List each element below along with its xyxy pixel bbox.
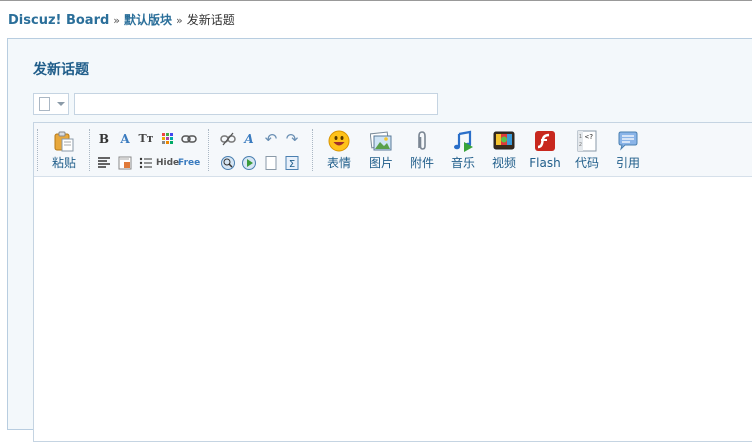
music-note-icon [454, 130, 473, 152]
paste-icon [54, 131, 74, 152]
attachment-button[interactable]: 附件 [404, 128, 440, 172]
video-button[interactable]: 视频 [486, 128, 522, 172]
image-button[interactable]: 图片 [363, 128, 399, 172]
breadcrumb-current: 发新话题 [186, 13, 235, 27]
font-size-icon[interactable]: Tт [138, 131, 154, 147]
search-replace-icon[interactable] [220, 155, 236, 171]
flash-button[interactable]: Flash [527, 128, 563, 172]
link-icon[interactable] [181, 131, 197, 147]
paste-label: 粘贴 [51, 156, 76, 170]
svg-text:Σ: Σ [289, 159, 295, 170]
paste-button[interactable]: 粘贴 [46, 128, 82, 172]
toolbar-grip [89, 129, 92, 171]
breadcrumb: Discuz! Board» 默认版块» 发新话题 [8, 11, 235, 29]
video-icon [493, 131, 515, 150]
smilies-label: 表情 [326, 156, 351, 170]
code-icon: 1 2 <? [577, 130, 597, 152]
bold-icon[interactable]: B [96, 131, 112, 147]
svg-text:2: 2 [579, 142, 582, 148]
play-icon[interactable] [241, 155, 257, 171]
editor-textarea[interactable] [34, 177, 752, 441]
chevron-down-icon [57, 102, 65, 106]
editor-toolbar: 粘贴 B A Tт Hide Free A ↶ ↷ Σ 表情 图片 附件 音乐 … [34, 123, 752, 177]
sum-icon[interactable]: Σ [284, 155, 300, 171]
image-icon [370, 131, 392, 151]
undo-icon[interactable]: ↶ [263, 131, 279, 147]
free-icon[interactable]: Free [178, 155, 200, 171]
list-icon[interactable] [138, 155, 154, 171]
post-type-select[interactable] [33, 93, 69, 115]
redo-icon[interactable]: ↷ [284, 131, 300, 147]
audio-button[interactable]: 音乐 [445, 128, 481, 172]
breadcrumb-separator: » [176, 14, 183, 27]
breadcrumb-forum-link[interactable]: 默认版块 [124, 13, 172, 27]
toolbar-grip [208, 129, 211, 171]
post-panel: 发新话题 粘贴 B A Tт Hide Free A ↶ ↷ Σ 表情 图片 附… [7, 38, 752, 442]
page-icon[interactable] [263, 155, 279, 171]
unlink-icon[interactable] [220, 131, 236, 147]
flash-icon [535, 131, 555, 151]
smiley-icon [328, 130, 350, 152]
quote-icon [618, 131, 638, 151]
subject-input[interactable] [74, 93, 438, 115]
quote-label: 引用 [615, 156, 640, 170]
quote-button[interactable]: 引用 [610, 128, 646, 172]
float-image-icon[interactable] [117, 155, 133, 171]
color-icon[interactable] [160, 131, 176, 147]
top-divider [0, 0, 752, 1]
font-icon[interactable]: A [117, 131, 133, 147]
code-button[interactable]: 1 2 <? 代码 [569, 128, 605, 172]
remove-format-icon[interactable]: A [241, 131, 257, 147]
page-title: 发新话题 [33, 62, 89, 78]
hide-icon[interactable]: Hide [156, 155, 179, 171]
paperclip-icon [418, 131, 426, 150]
document-icon [39, 97, 50, 111]
smilies-button[interactable]: 表情 [321, 128, 357, 172]
breadcrumb-separator: » [113, 14, 121, 27]
editor: 粘贴 B A Tт Hide Free A ↶ ↷ Σ 表情 图片 附件 音乐 … [33, 122, 752, 442]
flash-label: Flash [529, 156, 561, 170]
svg-text:1: 1 [579, 134, 582, 140]
breadcrumb-home-link[interactable]: Discuz! Board [8, 13, 109, 28]
align-icon[interactable] [96, 155, 112, 171]
svg-text:<?: <? [585, 133, 593, 141]
